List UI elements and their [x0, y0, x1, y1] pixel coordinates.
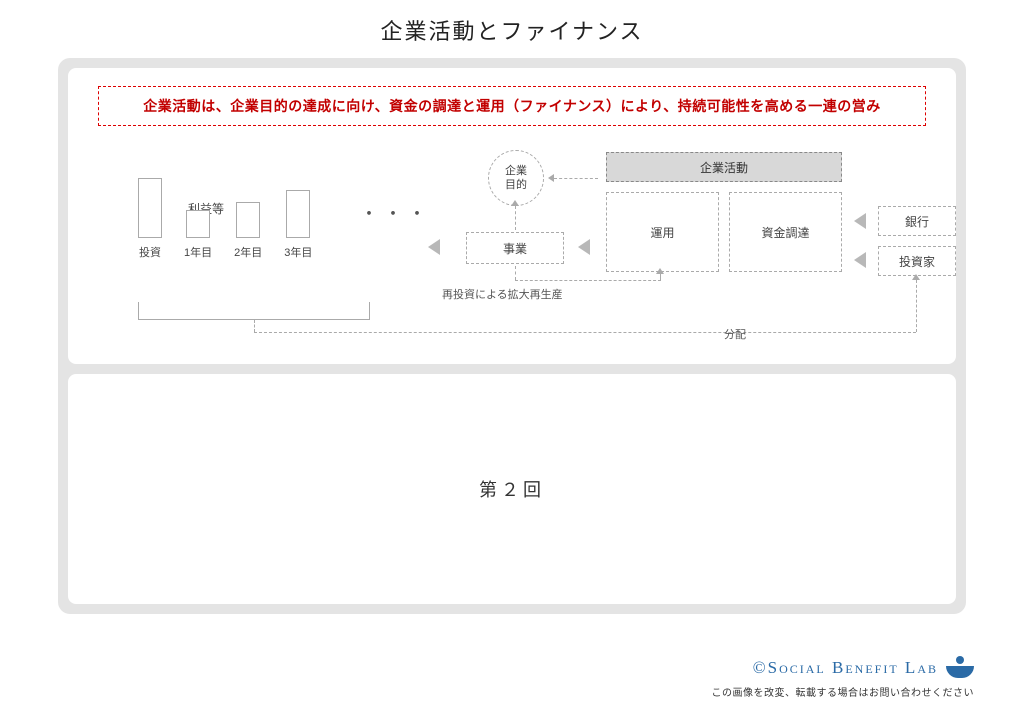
bar-lbl-y3: 3年目: [284, 244, 312, 260]
bar-y1: [186, 210, 210, 238]
reinvest-down: [515, 266, 516, 280]
arrow-biz-to-bars-icon: [428, 239, 440, 255]
link-biz-goal: [515, 206, 516, 230]
activity-box: 企業活動: [606, 152, 842, 182]
bar-col-invest: 投資: [138, 178, 162, 260]
investor-box: 投資家: [878, 246, 956, 276]
bar-lbl-y2: 2年目: [234, 244, 262, 260]
lesson-number: 第２回: [479, 476, 545, 502]
summary-box: 企業活動は、企業目的の達成に向け、資金の調達と運用（ファイナンス）により、持続可…: [98, 86, 926, 126]
bar-col-y3: 3年目: [284, 190, 312, 260]
brand-text: ©Social Benefit Lab: [753, 658, 938, 678]
link-activity-goal: [554, 178, 598, 179]
bar-bracket: [138, 302, 370, 320]
bar-col-y1: 1年目: [184, 210, 212, 260]
footer-note: この画像を改変、転載する場合はお問い合わせください: [712, 684, 975, 699]
arrowhead-up-icon: [511, 200, 519, 206]
content-frame: 企業活動は、企業目的の達成に向け、資金の調達と運用（ファイナンス）により、持続可…: [58, 58, 966, 614]
bar-y2: [236, 202, 260, 238]
business-box: 事業: [466, 232, 564, 264]
bar-y3: [286, 190, 310, 238]
reinvest-horiz: [515, 280, 661, 281]
arrow-bank-to-fund-icon: [854, 213, 866, 229]
ellipsis: ・・・: [360, 200, 432, 226]
brand-logo-icon: [946, 656, 974, 680]
dist-arrowhead-icon: [912, 274, 920, 280]
arrow-inv-to-fund-icon: [854, 252, 866, 268]
bar-invest: [138, 178, 162, 238]
dist-up: [916, 280, 917, 332]
page-title: 企業活動とファイナンス: [0, 0, 1024, 58]
diagram-area: 利益等 投資 1年目 2年目 3年目 ・・・: [98, 138, 926, 352]
bar-group: 投資 1年目 2年目 3年目: [138, 178, 312, 260]
footer: ©Social Benefit Lab この画像を改変、転載する場合はお問い合わ…: [712, 656, 975, 699]
operation-box: 運用: [606, 192, 719, 272]
bar-lbl-invest: 投資: [139, 244, 161, 260]
lesson-panel: 第２回: [68, 374, 956, 604]
funding-box: 資金調達: [729, 192, 842, 272]
dist-down: [254, 320, 255, 332]
arrow-op-to-biz-icon: [578, 239, 590, 255]
distribution-label: 分配: [724, 326, 746, 342]
dist-horiz: [254, 332, 916, 333]
bar-lbl-y1: 1年目: [184, 244, 212, 260]
bank-box: 銀行: [878, 206, 956, 236]
reinvest-up: [660, 274, 661, 280]
diagram-panel: 企業活動は、企業目的の達成に向け、資金の調達と運用（ファイナンス）により、持続可…: [68, 68, 956, 364]
brand: ©Social Benefit Lab: [712, 656, 975, 680]
reinvest-arrowhead-icon: [656, 268, 664, 274]
goal-circle: 企業 目的: [488, 150, 544, 206]
bar-col-y2: 2年目: [234, 202, 262, 260]
arrowhead-goal-icon: [548, 174, 554, 182]
reinvest-label: 再投資による拡大再生産: [442, 286, 563, 302]
